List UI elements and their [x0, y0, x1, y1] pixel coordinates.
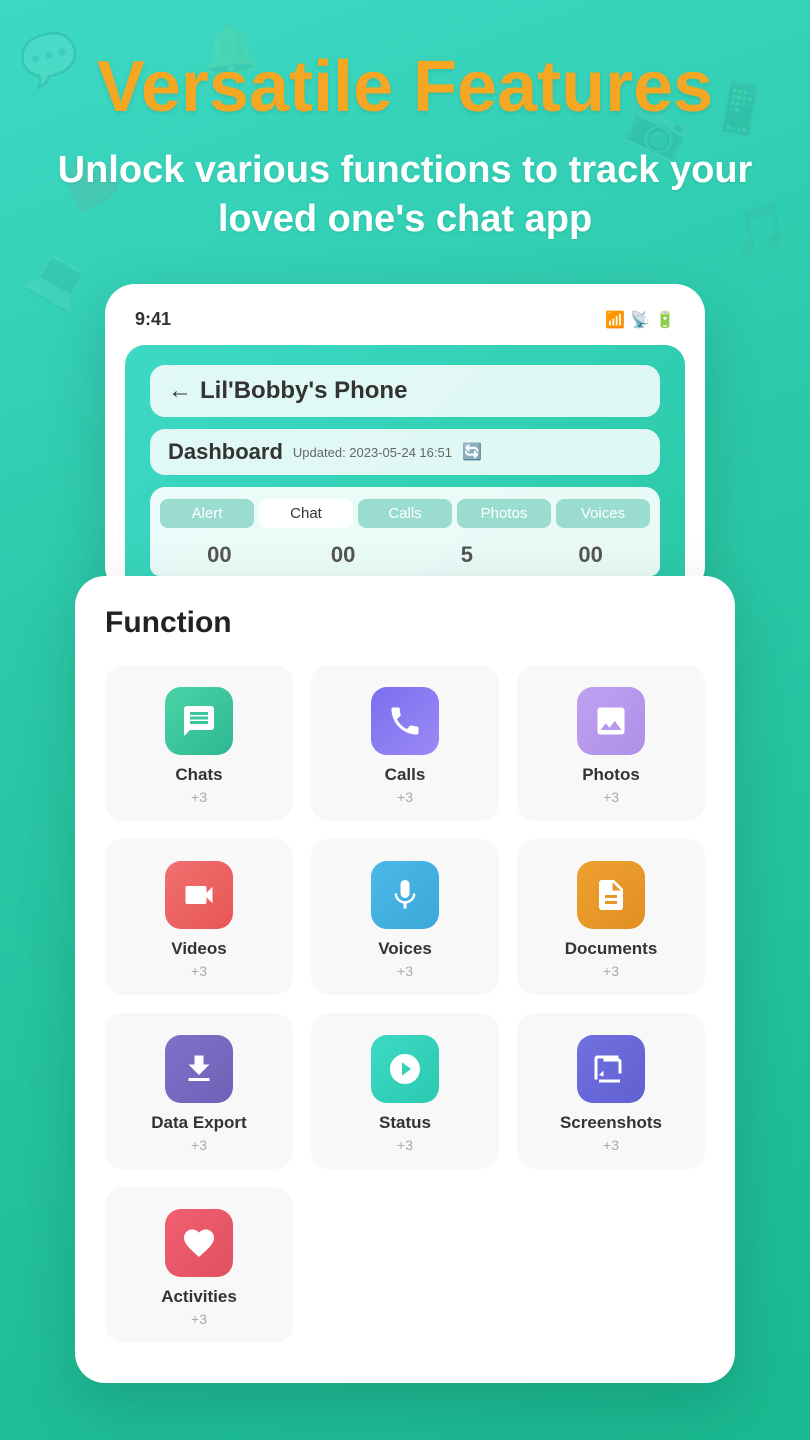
function-panel: Function Chats +3 Calls +3	[75, 576, 735, 1383]
documents-label: Documents	[565, 939, 658, 959]
photos-count: +3	[603, 789, 619, 805]
function-item-calls[interactable]: Calls +3	[311, 665, 499, 821]
function-item-chats[interactable]: Chats +3	[105, 665, 293, 821]
screenshots-label: Screenshots	[560, 1113, 662, 1133]
videos-label: Videos	[171, 939, 226, 959]
num-3: 00	[531, 542, 650, 568]
phone-dashboard-row: Dashboard Updated: 2023-05-24 16:51 🔄	[150, 429, 660, 475]
wifi-icon: 📡	[630, 310, 650, 330]
function-item-videos[interactable]: Videos +3	[105, 839, 293, 995]
refresh-icon: 🔄	[462, 442, 482, 462]
phone-header: ← Lil'Bobby's Phone Dashboard Updated: 2…	[125, 345, 685, 596]
tab-photos[interactable]: Photos	[457, 499, 551, 528]
function-item-screenshots[interactable]: Screenshots +3	[517, 1013, 705, 1169]
voices-count: +3	[397, 963, 413, 979]
documents-icon	[577, 861, 645, 929]
back-arrow-icon: ←	[168, 377, 192, 405]
signal-icon: 📶	[605, 310, 625, 330]
activities-icon	[165, 1209, 233, 1277]
tab-chat[interactable]: Chat	[259, 499, 353, 528]
calls-icon	[371, 687, 439, 755]
screenshots-count: +3	[603, 1137, 619, 1153]
voices-label: Voices	[378, 939, 432, 959]
function-item-status[interactable]: Status +3	[311, 1013, 499, 1169]
data-export-count: +3	[191, 1137, 207, 1153]
phone-time: 9:41	[135, 309, 171, 330]
photos-label: Photos	[582, 765, 640, 785]
page-content: Versatile Features Unlock various functi…	[0, 0, 810, 1423]
updated-text: Updated: 2023-05-24 16:51	[293, 445, 452, 460]
phone-status-bar: 9:41 📶 📡 🔋	[125, 304, 685, 335]
main-title: Versatile Features	[30, 50, 780, 126]
phone-mockup: 9:41 📶 📡 🔋 ← Lil'Bobby's Phone Dashboard…	[105, 284, 705, 596]
function-item-photos[interactable]: Photos +3	[517, 665, 705, 821]
voices-icon	[371, 861, 439, 929]
videos-icon	[165, 861, 233, 929]
battery-icon: 🔋	[655, 310, 675, 330]
calls-count: +3	[397, 789, 413, 805]
tab-alert[interactable]: Alert	[160, 499, 254, 528]
function-item-documents[interactable]: Documents +3	[517, 839, 705, 995]
chats-label: Chats	[175, 765, 222, 785]
activities-label: Activities	[161, 1287, 237, 1307]
photos-icon	[577, 687, 645, 755]
num-2: 5	[408, 542, 527, 568]
num-0: 00	[160, 542, 279, 568]
data-export-icon	[165, 1035, 233, 1103]
activities-count: +3	[191, 1311, 207, 1327]
subtitle: Unlock various functions to track your l…	[30, 146, 780, 245]
videos-count: +3	[191, 963, 207, 979]
num-1: 00	[284, 542, 403, 568]
status-count: +3	[397, 1137, 413, 1153]
phone-back-row: ← Lil'Bobby's Phone	[150, 365, 660, 417]
status-icon	[371, 1035, 439, 1103]
function-panel-title: Function	[105, 606, 705, 640]
function-grid: Chats +3 Calls +3 Photos +3	[105, 665, 705, 1343]
dashboard-label: Dashboard	[168, 439, 283, 465]
phone-tabs: Alert Chat Calls Photos Voices	[150, 487, 660, 534]
status-label: Status	[379, 1113, 431, 1133]
data-export-label: Data Export	[151, 1113, 246, 1133]
function-item-activities[interactable]: Activities +3	[105, 1187, 293, 1343]
phone-numbers-row: 00 00 5 00	[150, 534, 660, 576]
screenshots-icon	[577, 1035, 645, 1103]
tab-calls[interactable]: Calls	[358, 499, 452, 528]
status-icons: 📶 📡 🔋	[605, 310, 675, 330]
documents-count: +3	[603, 963, 619, 979]
function-item-voices[interactable]: Voices +3	[311, 839, 499, 995]
chats-count: +3	[191, 789, 207, 805]
device-name: Lil'Bobby's Phone	[200, 377, 407, 405]
calls-label: Calls	[385, 765, 426, 785]
chats-icon	[165, 687, 233, 755]
function-item-data-export[interactable]: Data Export +3	[105, 1013, 293, 1169]
tab-voices[interactable]: Voices	[556, 499, 650, 528]
